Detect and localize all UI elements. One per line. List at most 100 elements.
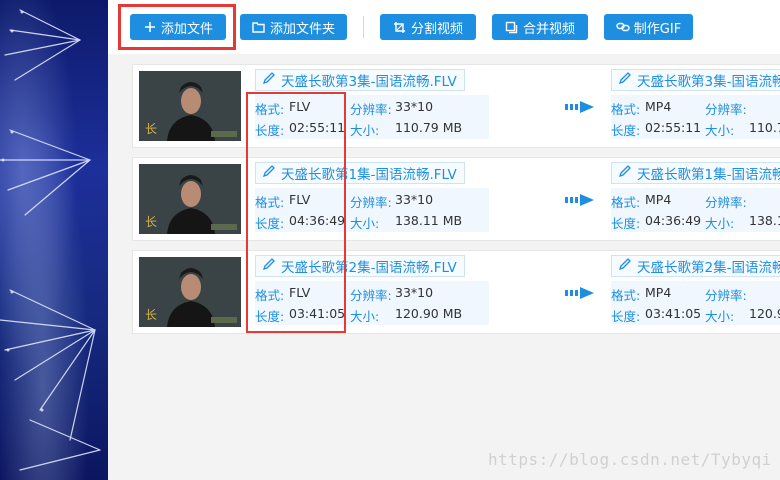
- format-label: 格式:: [255, 288, 285, 303]
- duration-label: 长度:: [611, 309, 641, 324]
- pencil-icon[interactable]: [262, 257, 276, 275]
- size-value: 110.79 MB: [395, 120, 463, 135]
- output-filename-text: 天盛长歌第1集-国语流畅: [637, 167, 780, 183]
- pencil-icon[interactable]: [618, 257, 632, 275]
- resolution-label: 分辨率:: [705, 288, 747, 303]
- size-label: 大小:: [350, 123, 380, 138]
- size-label: 大小:: [350, 216, 380, 231]
- duration-value: 03:41:05: [289, 306, 346, 321]
- svg-text:长: 长: [145, 215, 157, 229]
- size-value: 120.9: [749, 306, 780, 321]
- svg-text:长: 长: [145, 122, 157, 136]
- toolbar-separator: [363, 16, 364, 38]
- size-value: 120.90 MB: [395, 306, 463, 321]
- size-label: 大小:: [705, 216, 735, 231]
- pencil-icon[interactable]: [262, 164, 276, 182]
- crop-icon: [393, 20, 407, 34]
- resolution-label: 分辨率:: [350, 195, 392, 210]
- duration-value: 02:55:11: [645, 120, 702, 135]
- source-filename-text: 天盛长歌第2集-国语流畅.FLV: [281, 260, 457, 276]
- resolution-label: 分辨率:: [705, 102, 747, 117]
- add-folder-button[interactable]: 添加文件夹: [240, 14, 347, 40]
- source-filename[interactable]: 天盛长歌第2集-国语流畅.FLV: [255, 255, 465, 277]
- arrow-right-icon: [565, 192, 601, 208]
- format-label: 格式:: [611, 195, 641, 210]
- split-video-label: 分割视频: [410, 21, 463, 37]
- watermark-text: https://blog.csdn.net/Tybyqi: [488, 450, 772, 469]
- format-label: 格式:: [611, 288, 641, 303]
- merge-video-label: 合并视频: [522, 21, 575, 37]
- output-filename[interactable]: 天盛长歌第2集-国语流畅: [611, 255, 780, 277]
- duration-label: 长度:: [611, 123, 641, 138]
- format-value: FLV: [289, 285, 311, 300]
- size-value: 138.11 MB: [395, 213, 463, 228]
- size-label: 大小:: [705, 123, 735, 138]
- merge-video-button[interactable]: 合并视频: [492, 14, 588, 40]
- resolution-label: 分辨率:: [705, 195, 747, 210]
- arrow-right-icon: [565, 99, 601, 115]
- source-info: 格式: FLV 分辨率: 33*10 长度: 04:36:49 大小: 138.…: [255, 188, 489, 232]
- output-info: 格式: MP4 分辨率: 长度: 02:55:11 大小: 110.7: [611, 95, 780, 139]
- source-filename[interactable]: 天盛长歌第3集-国语流畅.FLV: [255, 69, 465, 91]
- output-info: 格式: MP4 分辨率: 长度: 04:36:49 大小: 138.1: [611, 188, 780, 232]
- video-thumbnail: 长: [139, 257, 241, 327]
- video-thumbnail: 长: [139, 71, 241, 141]
- link-icon: [616, 20, 630, 34]
- pencil-icon[interactable]: [262, 71, 276, 89]
- folder-icon: [252, 20, 266, 34]
- duration-label: 长度:: [611, 216, 641, 231]
- add-file-button[interactable]: 添加文件: [130, 14, 226, 40]
- make-gif-button[interactable]: 制作GIF: [604, 14, 693, 40]
- video-thumbnail: 长: [139, 164, 241, 234]
- arrow-right-icon: [565, 285, 601, 301]
- size-value: 110.7: [749, 120, 780, 135]
- output-filename-text: 天盛长歌第2集-国语流畅: [637, 260, 780, 276]
- split-video-button[interactable]: 分割视频: [380, 14, 476, 40]
- source-filename-text: 天盛长歌第1集-国语流畅.FLV: [281, 167, 457, 183]
- resolution-label: 分辨率:: [350, 288, 392, 303]
- format-value: MP4: [645, 192, 672, 207]
- resolution-value: 33*10: [395, 192, 434, 207]
- background-decoration: [0, 0, 108, 480]
- duration-label: 长度:: [255, 216, 285, 231]
- duration-value: 03:41:05: [645, 306, 702, 321]
- size-value: 138.1: [749, 213, 780, 228]
- format-label: 格式:: [255, 102, 285, 117]
- pencil-icon[interactable]: [618, 71, 632, 89]
- source-filename[interactable]: 天盛长歌第1集-国语流畅.FLV: [255, 162, 465, 184]
- copy-icon: [505, 20, 519, 34]
- file-row-1[interactable]: 长 天盛长歌第3集-国语流畅.FLV 格式: FLV 分辨率: 33*10 长度…: [132, 64, 780, 148]
- make-gif-label: 制作GIF: [633, 21, 682, 37]
- format-value: MP4: [645, 99, 672, 114]
- resolution-label: 分辨率:: [350, 102, 392, 117]
- add-file-label: 添加文件: [160, 21, 213, 37]
- size-label: 大小:: [350, 309, 380, 324]
- format-value: MP4: [645, 285, 672, 300]
- format-label: 格式:: [255, 195, 285, 210]
- pencil-icon[interactable]: [618, 164, 632, 182]
- file-row-3[interactable]: 长 天盛长歌第2集-国语流畅.FLV 格式: FLV 分辨率: 33*10 长度…: [132, 250, 780, 334]
- source-info: 格式: FLV 分辨率: 33*10 长度: 03:41:05 大小: 120.…: [255, 281, 489, 325]
- output-filename[interactable]: 天盛长歌第3集-国语流畅: [611, 69, 780, 91]
- toolbar: 添加文件 添加文件夹 分割视频 合并视频 制作GIF: [108, 0, 780, 54]
- output-info: 格式: MP4 分辨率: 长度: 03:41:05 大小: 120.9: [611, 281, 780, 325]
- main-panel: 添加文件 添加文件夹 分割视频 合并视频 制作GIF 长 天盛长歌第3集-国语流…: [108, 0, 780, 480]
- resolution-value: 33*10: [395, 99, 434, 114]
- output-filename[interactable]: 天盛长歌第1集-国语流畅: [611, 162, 780, 184]
- svg-text:长: 长: [145, 308, 157, 322]
- duration-label: 长度:: [255, 309, 285, 324]
- format-label: 格式:: [611, 102, 641, 117]
- duration-value: 04:36:49: [289, 213, 346, 228]
- duration-value: 04:36:49: [645, 213, 702, 228]
- source-info: 格式: FLV 分辨率: 33*10 长度: 02:55:11 大小: 110.…: [255, 95, 489, 139]
- file-row-2[interactable]: 长 天盛长歌第1集-国语流畅.FLV 格式: FLV 分辨率: 33*10 长度…: [132, 157, 780, 241]
- duration-value: 02:55:11: [289, 120, 346, 135]
- size-label: 大小:: [705, 309, 735, 324]
- output-filename-text: 天盛长歌第3集-国语流畅: [637, 74, 780, 90]
- source-filename-text: 天盛长歌第3集-国语流畅.FLV: [281, 74, 457, 90]
- firework-graphic: [0, 9, 101, 471]
- add-folder-label: 添加文件夹: [269, 21, 335, 37]
- duration-label: 长度:: [255, 123, 285, 138]
- resolution-value: 33*10: [395, 285, 434, 300]
- format-value: FLV: [289, 192, 311, 207]
